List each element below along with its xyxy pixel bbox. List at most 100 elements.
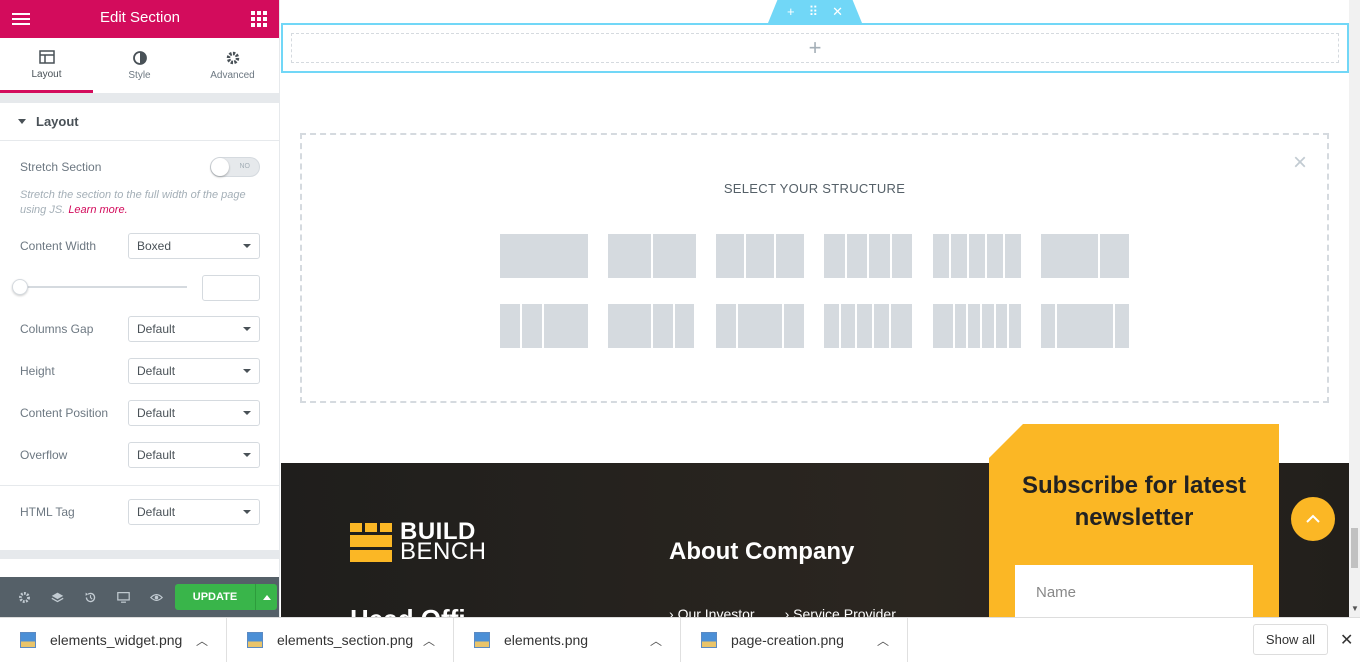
structure-preset-33-33-33[interactable]	[716, 234, 804, 278]
overflow-row: Overflow Default	[20, 442, 260, 468]
download-filename: elements_widget.png	[50, 632, 183, 648]
structure-preset-25x4[interactable]	[824, 234, 912, 278]
build-bench-logo: BUILD BENCH	[350, 520, 487, 565]
navigator-layers-icon[interactable]	[41, 577, 74, 617]
image-file-icon	[474, 632, 490, 648]
delete-section-icon[interactable]: ✕	[832, 4, 843, 20]
scrollbar-thumb[interactable]	[1351, 528, 1358, 568]
panel-divider	[0, 94, 279, 103]
html-tag-value: Default	[137, 505, 176, 519]
panel-header: Edit Section	[0, 0, 279, 38]
add-widget-plus-icon[interactable]: +	[809, 35, 822, 61]
height-row: Height Default	[20, 358, 260, 384]
structure-preset-50-50[interactable]	[608, 234, 696, 278]
content-width-select[interactable]: Boxed	[128, 233, 260, 259]
add-section-icon[interactable]: +	[787, 4, 795, 19]
dropdown-arrow-icon	[243, 453, 251, 457]
download-item[interactable]: page-creation.png ︿	[681, 617, 908, 662]
structure-preset-25-50-25[interactable]	[716, 304, 804, 348]
html-tag-row: HTML Tag Default	[20, 499, 260, 525]
tab-layout-label: Layout	[31, 68, 62, 80]
empty-column[interactable]: +	[291, 33, 1339, 63]
hamburger-menu-icon[interactable]	[12, 13, 30, 25]
download-item[interactable]: elements_widget.png ︿	[0, 617, 227, 662]
vertical-scrollbar[interactable]: ▼	[1349, 0, 1360, 617]
dropdown-arrow-icon	[243, 327, 251, 331]
selected-empty-section[interactable]: +	[281, 23, 1349, 73]
divider	[0, 485, 279, 486]
height-select[interactable]: Default	[128, 358, 260, 384]
close-structure-icon[interactable]: ×	[1293, 149, 1307, 177]
download-filename: elements.png	[504, 632, 589, 648]
stretch-section-toggle[interactable]: NO	[210, 157, 260, 177]
overflow-select[interactable]: Default	[128, 442, 260, 468]
download-item[interactable]: elements_section.png ︿	[227, 617, 454, 662]
structure-preset-25-25-50[interactable]	[500, 304, 588, 348]
chevron-up-icon[interactable]: ︿	[196, 632, 208, 649]
image-file-icon	[247, 632, 263, 648]
tab-layout[interactable]: Layout	[0, 38, 93, 93]
structure-preset-16x6-b[interactable]	[933, 304, 1022, 348]
download-item[interactable]: elements.png ︿	[454, 617, 681, 662]
history-icon[interactable]	[74, 577, 107, 617]
editor-panel: Edit Section Layout Style Advanced Layou…	[0, 0, 280, 617]
chevron-up-icon[interactable]: ︿	[650, 632, 662, 649]
structure-preset-16-66-16[interactable]	[1041, 304, 1129, 348]
newsletter-box: Subscribe for latest newsletter Name	[989, 424, 1279, 617]
settings-gear-icon[interactable]	[8, 577, 41, 617]
structure-preset-50-25-25[interactable]	[608, 304, 696, 348]
show-all-downloads-button[interactable]: Show all	[1253, 624, 1328, 655]
responsive-desktop-icon[interactable]	[107, 577, 140, 617]
learn-more-link[interactable]: Learn more.	[68, 204, 127, 216]
widgets-grid-icon[interactable]	[251, 11, 267, 27]
columns-gap-select[interactable]: Default	[128, 316, 260, 342]
content-width-label: Content Width	[20, 239, 97, 253]
drag-handle-icon[interactable]: ⠿	[809, 4, 819, 20]
stretch-description: Stretch the section to the full width of…	[20, 188, 260, 218]
layout-icon	[38, 49, 55, 64]
overflow-label: Overflow	[20, 448, 68, 462]
html-tag-select[interactable]: Default	[128, 499, 260, 525]
scroll-down-arrow-icon[interactable]: ▼	[1351, 604, 1359, 613]
structure-title: SELECT YOUR STRUCTURE	[723, 181, 906, 196]
layout-section-title: Layout	[36, 114, 79, 129]
footer-link-service[interactable]: › Service Provider	[785, 606, 896, 617]
stretch-section-row: Stretch Section NO	[20, 157, 260, 177]
chevron-up-icon[interactable]: ︿	[423, 632, 435, 649]
tab-advanced[interactable]: Advanced	[186, 38, 279, 93]
footer-link-investor[interactable]: › Our Investor	[669, 606, 755, 617]
structure-preset-20x5[interactable]	[933, 234, 1021, 278]
columns-gap-row: Columns Gap Default	[20, 316, 260, 342]
logo-text-bench: BENCH	[400, 538, 487, 565]
about-company-heading: About Company	[669, 538, 855, 565]
update-options-button[interactable]	[255, 584, 277, 610]
layout-section-toggle[interactable]: Layout	[0, 103, 279, 141]
content-position-value: Default	[137, 406, 176, 420]
scroll-to-top-button[interactable]	[1291, 497, 1335, 541]
update-button[interactable]: UPDATE	[175, 584, 255, 610]
content-width-slider[interactable]	[12, 279, 187, 295]
preview-eye-icon[interactable]	[140, 577, 173, 617]
caret-up-icon	[262, 595, 271, 600]
stretch-description-text: Stretch the section to the full width of…	[20, 189, 246, 216]
head-office-heading: Head Offi	[350, 604, 466, 617]
chevron-up-icon[interactable]: ︿	[877, 632, 889, 649]
structure-preset-16x6[interactable]	[1041, 234, 1129, 278]
download-filename: elements_section.png	[277, 632, 414, 648]
dropdown-arrow-icon	[243, 510, 251, 514]
close-downloads-icon[interactable]: ✕	[1340, 630, 1353, 650]
content-width-value: Boxed	[137, 239, 172, 253]
structure-preset-16-16-16-50[interactable]	[824, 304, 913, 348]
structure-preset-100[interactable]	[500, 234, 588, 278]
stretch-section-label: Stretch Section	[20, 160, 102, 174]
content-position-select[interactable]: Default	[128, 400, 260, 426]
content-width-number-input[interactable]	[202, 275, 260, 301]
bricks-logo-icon	[350, 522, 392, 562]
newsletter-name-input[interactable]: Name	[1015, 565, 1253, 617]
panel-title: Edit Section	[99, 9, 181, 26]
toggle-knob	[211, 158, 229, 176]
image-file-icon	[20, 632, 36, 648]
dropdown-arrow-icon	[243, 411, 251, 415]
tab-style[interactable]: Style	[93, 38, 186, 93]
slider-handle[interactable]	[12, 279, 28, 295]
